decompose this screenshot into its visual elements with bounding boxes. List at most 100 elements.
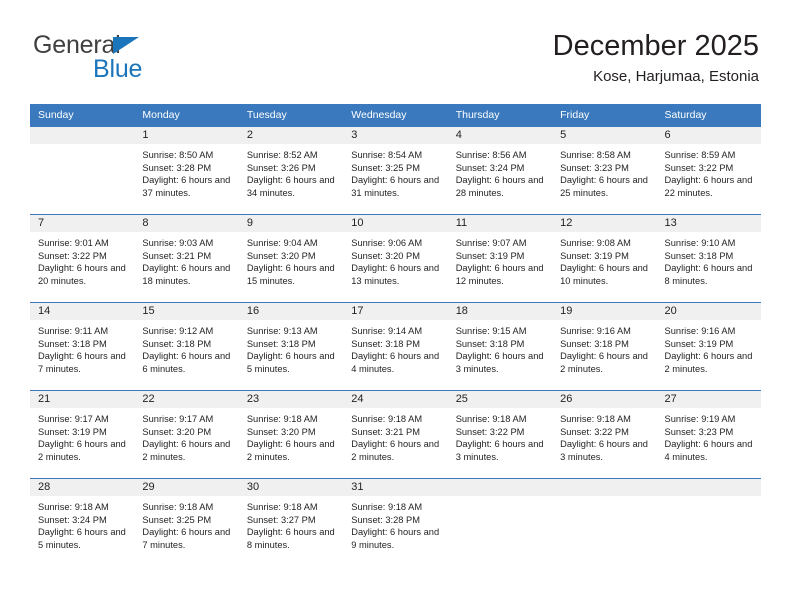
calendar-day-cell[interactable]: 19 Sunrise: 9:16 AM Sunset: 3:18 PM Dayligh… xyxy=(552,302,657,391)
calendar-day-cell[interactable]: 10 Sunrise: 9:06 AM Sunset: 3:20 PM Dayligh… xyxy=(343,214,448,303)
calendar-day-cell[interactable]: 21 Sunrise: 9:17 AM Sunset: 3:19 PM Dayligh… xyxy=(30,390,135,479)
calendar-day-cell[interactable]: 12 Sunrise: 9:08 AM Sunset: 3:19 PM Dayligh… xyxy=(552,214,657,303)
calendar-day-cell[interactable]: 11 Sunrise: 9:07 AM Sunset: 3:19 PM Dayligh… xyxy=(447,214,553,303)
sunset-text: Sunset: 3:28 PM xyxy=(351,514,420,525)
daylight-text: Daylight: 6 hours and 28 minutes. xyxy=(455,175,544,198)
calendar-day-cell[interactable]: 17 Sunrise: 9:14 AM Sunset: 3:18 PM Dayligh… xyxy=(343,302,448,391)
calendar-day-cell[interactable]: 7 Sunrise: 9:01 AM Sunset: 3:22 PM Daylight… xyxy=(30,214,135,303)
calendar-day-cell[interactable]: 26 Sunrise: 9:18 AM Sunset: 3:22 PM Dayligh… xyxy=(552,390,657,479)
day-number xyxy=(552,479,657,496)
calendar-day-cell[interactable]: 20 Sunrise: 9:16 AM Sunset: 3:19 PM Dayligh… xyxy=(656,302,761,391)
page-header: General Blue December 2025 Kose, Harjuma… xyxy=(0,0,792,100)
day-number: 6 xyxy=(656,127,761,144)
day-details: Sunrise: 9:07 AM Sunset: 3:19 PM Daylight:… xyxy=(448,232,552,287)
day-details: Sunrise: 9:19 AM Sunset: 3:23 PM Daylight:… xyxy=(657,408,761,463)
sunrise-text: Sunrise: 9:18 AM xyxy=(38,502,109,512)
sunset-text: Sunset: 3:26 PM xyxy=(246,162,316,173)
calendar-day-cell[interactable]: 6 Sunrise: 8:59 AM Sunset: 3:22 PM Daylight… xyxy=(656,126,761,215)
calendar-week-row: 14 Sunrise: 9:11 AM Sunset: 3:18 PM Dayligh… xyxy=(30,302,761,391)
calendar-day-cell[interactable]: 14 Sunrise: 9:11 AM Sunset: 3:18 PM Dayligh… xyxy=(30,302,135,391)
daylight-text: Daylight: 6 hours and 7 minutes. xyxy=(38,351,126,374)
calendar-day-cell[interactable]: 13 Sunrise: 9:10 AM Sunset: 3:18 PM Dayligh… xyxy=(656,214,761,303)
day-number xyxy=(30,127,135,144)
sunrise-text: Sunrise: 8:59 AM xyxy=(664,150,736,160)
calendar-day-cell[interactable]: 24 Sunrise: 9:18 AM Sunset: 3:21 PM Dayligh… xyxy=(343,390,448,479)
daylight-text: Daylight: 6 hours and 2 minutes. xyxy=(560,351,648,374)
sunset-text: Sunset: 3:23 PM xyxy=(664,426,734,437)
calendar-day-cell[interactable]: 31 Sunrise: 9:18 AM Sunset: 3:28 PM Dayligh… xyxy=(343,478,448,567)
day-details: Sunrise: 9:18 AM Sunset: 3:25 PM Daylight:… xyxy=(134,496,238,551)
calendar-day-cell[interactable]: 1 Sunrise: 8:50 AM Sunset: 3:28 PM Daylight… xyxy=(134,126,239,215)
day-number: 22 xyxy=(134,391,239,408)
calendar-day-cell[interactable]: 18 Sunrise: 9:15 AM Sunset: 3:18 PM Dayligh… xyxy=(447,302,553,391)
sunrise-text: Sunrise: 9:12 AM xyxy=(142,326,214,336)
sunset-text: Sunset: 3:22 PM xyxy=(560,426,629,437)
calendar-day-cell[interactable]: 5 Sunrise: 8:58 AM Sunset: 3:23 PM Daylight… xyxy=(552,126,657,215)
day-details: Sunrise: 8:50 AM Sunset: 3:28 PM Daylight:… xyxy=(134,144,238,199)
calendar-day-cell[interactable]: 25 Sunrise: 9:18 AM Sunset: 3:22 PM Dayligh… xyxy=(447,390,553,479)
daylight-text: Daylight: 6 hours and 3 minutes. xyxy=(455,351,544,374)
daylight-text: Daylight: 6 hours and 20 minutes. xyxy=(38,263,126,286)
sunrise-text: Sunrise: 8:50 AM xyxy=(142,150,214,160)
weekday-header-friday: Friday xyxy=(552,104,657,127)
title-block: December 2025 Kose, Harjumaa, Estonia xyxy=(553,30,759,86)
sunrise-text: Sunrise: 9:15 AM xyxy=(455,326,527,336)
sunrise-text: Sunrise: 9:01 AM xyxy=(38,238,109,248)
day-number xyxy=(656,479,761,496)
calendar-day-cell-empty xyxy=(552,478,657,567)
day-details: Sunrise: 8:58 AM Sunset: 3:23 PM Daylight:… xyxy=(552,144,656,199)
day-details: Sunrise: 9:18 AM Sunset: 3:21 PM Daylight:… xyxy=(343,408,447,463)
calendar-day-cell[interactable]: 23 Sunrise: 9:18 AM Sunset: 3:20 PM Dayligh… xyxy=(238,390,344,479)
calendar-week-row: 21 Sunrise: 9:17 AM Sunset: 3:19 PM Dayligh… xyxy=(30,390,761,479)
sunset-text: Sunset: 3:20 PM xyxy=(246,426,316,437)
sunrise-text: Sunrise: 9:03 AM xyxy=(142,238,214,248)
sunset-text: Sunset: 3:22 PM xyxy=(455,426,525,437)
calendar-day-cell[interactable]: 15 Sunrise: 9:12 AM Sunset: 3:18 PM Dayligh… xyxy=(134,302,239,391)
calendar-day-cell[interactable]: 8 Sunrise: 9:03 AM Sunset: 3:21 PM Daylight… xyxy=(134,214,239,303)
calendar-day-cell[interactable]: 2 Sunrise: 8:52 AM Sunset: 3:26 PM Daylight… xyxy=(238,126,344,215)
logo-text-blue: Blue xyxy=(93,55,143,83)
calendar-day-cell[interactable]: 3 Sunrise: 8:54 AM Sunset: 3:25 PM Daylight… xyxy=(343,126,448,215)
daylight-text: Daylight: 6 hours and 3 minutes. xyxy=(455,439,544,462)
calendar-day-cell[interactable]: 4 Sunrise: 8:56 AM Sunset: 3:24 PM Daylight… xyxy=(447,126,553,215)
day-details: Sunrise: 9:18 AM Sunset: 3:28 PM Daylight:… xyxy=(343,496,447,551)
sunset-text: Sunset: 3:27 PM xyxy=(246,514,316,525)
day-details: Sunrise: 9:15 AM Sunset: 3:18 PM Daylight:… xyxy=(448,320,552,375)
calendar-day-cell[interactable]: 16 Sunrise: 9:13 AM Sunset: 3:18 PM Dayligh… xyxy=(238,302,344,391)
calendar-day-cell[interactable]: 29 Sunrise: 9:18 AM Sunset: 3:25 PM Dayligh… xyxy=(134,478,239,567)
daylight-text: Daylight: 6 hours and 31 minutes. xyxy=(351,175,440,198)
daylight-text: Daylight: 6 hours and 13 minutes. xyxy=(351,263,440,286)
calendar-day-cell[interactable]: 22 Sunrise: 9:17 AM Sunset: 3:20 PM Dayligh… xyxy=(134,390,239,479)
calendar-day-cell[interactable]: 9 Sunrise: 9:04 AM Sunset: 3:20 PM Daylight… xyxy=(238,214,344,303)
day-number: 20 xyxy=(656,303,761,320)
day-details: Sunrise: 9:03 AM Sunset: 3:21 PM Daylight:… xyxy=(134,232,238,287)
weekday-header-saturday: Saturday xyxy=(656,104,761,127)
weekday-header-wednesday: Wednesday xyxy=(343,104,448,127)
sunrise-text: Sunrise: 9:11 AM xyxy=(38,326,109,336)
daylight-text: Daylight: 6 hours and 25 minutes. xyxy=(560,175,648,198)
calendar-day-cell[interactable]: 30 Sunrise: 9:18 AM Sunset: 3:27 PM Dayligh… xyxy=(238,478,344,567)
daylight-text: Daylight: 6 hours and 4 minutes. xyxy=(664,439,753,462)
daylight-text: Daylight: 6 hours and 22 minutes. xyxy=(664,175,753,198)
daylight-text: Daylight: 6 hours and 8 minutes. xyxy=(664,263,753,286)
sunrise-text: Sunrise: 8:58 AM xyxy=(560,150,631,160)
day-number: 15 xyxy=(134,303,239,320)
day-details: Sunrise: 9:12 AM Sunset: 3:18 PM Daylight:… xyxy=(134,320,238,375)
daylight-text: Daylight: 6 hours and 2 minutes. xyxy=(38,439,126,462)
sunrise-text: Sunrise: 9:18 AM xyxy=(351,414,423,424)
sunrise-text: Sunrise: 9:08 AM xyxy=(560,238,631,248)
day-details: Sunrise: 9:14 AM Sunset: 3:18 PM Daylight:… xyxy=(343,320,447,375)
calendar-body: 1 Sunrise: 8:50 AM Sunset: 3:28 PM Daylight… xyxy=(30,126,761,567)
weekday-header-tuesday: Tuesday xyxy=(238,104,344,127)
day-details: Sunrise: 9:18 AM Sunset: 3:22 PM Daylight:… xyxy=(552,408,656,463)
calendar-day-cell[interactable]: 28 Sunrise: 9:18 AM Sunset: 3:24 PM Dayligh… xyxy=(30,478,135,567)
day-number: 30 xyxy=(238,479,344,496)
daylight-text: Daylight: 6 hours and 9 minutes. xyxy=(351,527,440,550)
sunset-text: Sunset: 3:18 PM xyxy=(664,250,734,261)
calendar-day-cell[interactable]: 27 Sunrise: 9:19 AM Sunset: 3:23 PM Dayligh… xyxy=(656,390,761,479)
calendar-page: General Blue December 2025 Kose, Harjuma… xyxy=(0,0,792,612)
day-number: 23 xyxy=(238,391,344,408)
day-details: Sunrise: 8:56 AM Sunset: 3:24 PM Daylight:… xyxy=(448,144,552,199)
sunset-text: Sunset: 3:23 PM xyxy=(560,162,629,173)
day-number: 29 xyxy=(134,479,239,496)
